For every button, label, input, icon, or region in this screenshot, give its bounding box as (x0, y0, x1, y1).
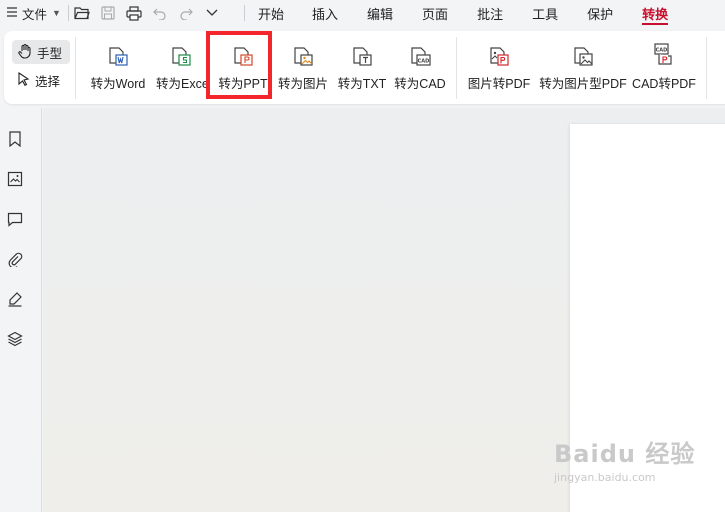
tab-page[interactable]: 页面 (422, 0, 448, 26)
redo-icon[interactable] (173, 2, 199, 24)
convert-to-cad-label: 转为CAD (394, 77, 446, 91)
open-folder-icon[interactable] (69, 2, 95, 24)
convert-to-image-pdf-label: 转为图片型PDF (539, 77, 627, 91)
excel-file-icon (170, 37, 192, 67)
divider (244, 5, 245, 21)
comment-icon[interactable] (4, 208, 26, 230)
ribbon-tabs: 开始 插入 编辑 页面 批注 工具 保护 转换 (258, 0, 669, 26)
cad-file-icon: CAD (409, 37, 431, 67)
tab-start[interactable]: 开始 (258, 0, 284, 26)
file-menu[interactable]: 文件 ▼ (0, 0, 68, 26)
thumbnail-icon[interactable] (4, 168, 26, 190)
baidu-watermark: Baidu 经验 jingyan.baidu.com (554, 434, 714, 496)
convert-to-excel-label: 转为Excel (156, 77, 206, 91)
ribbon-divider (456, 37, 457, 99)
image-to-pdf-label: 图片转PDF (468, 77, 530, 91)
watermark-main: Baidu 经验 (554, 440, 696, 468)
ribbon-divider (706, 37, 707, 99)
ribbon-panel: 手型 选择 转为Word 转为Excel 转为PPT 转为图片 (4, 31, 725, 104)
convert-to-image-pdf-button[interactable]: 转为图片型PDF (538, 37, 628, 95)
menu-icon (6, 6, 18, 21)
txt-file-icon (351, 37, 373, 67)
image-file-icon (292, 37, 314, 67)
cursor-arrow-icon (17, 71, 31, 89)
select-tool-label: 选择 (35, 74, 61, 89)
convert-to-ppt-button[interactable]: 转为PPT (216, 37, 270, 95)
svg-text:CAD: CAD (418, 59, 430, 65)
hand-tool-button[interactable]: 手型 (12, 40, 70, 64)
image-to-pdf-button[interactable]: 图片转PDF (468, 37, 530, 95)
cad-to-pdf-label: CAD转PDF (632, 77, 696, 91)
tab-edit[interactable]: 编辑 (367, 0, 393, 26)
tab-insert[interactable]: 插入 (312, 0, 338, 26)
watermark-sub: jingyan.baidu.com (554, 471, 656, 484)
convert-to-txt-button[interactable]: 转为TXT (335, 37, 389, 95)
attachment-icon[interactable] (4, 248, 26, 270)
convert-to-excel-button[interactable]: 转为Excel (156, 37, 206, 95)
tab-protect[interactable]: 保护 (587, 0, 613, 26)
word-file-icon (107, 37, 129, 67)
hand-tool-label: 手型 (37, 46, 63, 61)
file-menu-label: 文件 (22, 7, 48, 22)
quick-access-toolbar (69, 0, 225, 26)
convert-to-cad-button[interactable]: CAD 转为CAD (393, 37, 447, 95)
svg-text:CAD: CAD (656, 48, 668, 54)
tab-annotate[interactable]: 批注 (477, 0, 503, 26)
print-icon[interactable] (121, 2, 147, 24)
convert-to-image-button[interactable]: 转为图片 (276, 37, 330, 95)
menu-bar: 文件 ▼ 开始 插入 编辑 页面 批注 工具 保护 转换 (0, 0, 725, 26)
image-to-pdf-icon (488, 37, 510, 67)
convert-to-txt-label: 转为TXT (337, 77, 387, 91)
undo-icon[interactable] (147, 2, 173, 24)
tab-convert[interactable]: 转换 (642, 0, 669, 26)
convert-to-word-label: 转为Word (90, 77, 146, 91)
convert-to-image-label: 转为图片 (277, 77, 328, 91)
hand-icon (17, 43, 33, 62)
customize-chevron-icon[interactable] (199, 2, 225, 24)
cad-to-pdf-icon: CAD (653, 37, 675, 67)
layers-icon[interactable] (4, 328, 26, 350)
tab-tools[interactable]: 工具 (532, 0, 558, 26)
convert-to-ppt-label: 转为PPT (218, 77, 268, 91)
left-sidebar (0, 108, 42, 512)
ppt-file-icon (232, 37, 254, 67)
image-pdf-icon (572, 37, 594, 67)
convert-to-word-button[interactable]: 转为Word (88, 37, 148, 95)
bookmark-icon[interactable] (4, 128, 26, 150)
select-tool-button[interactable]: 选择 (12, 68, 70, 92)
cad-to-pdf-button[interactable]: CAD CAD转PDF (632, 37, 696, 95)
ribbon-divider (75, 37, 76, 99)
signature-pen-icon[interactable] (4, 288, 26, 310)
save-icon[interactable] (95, 2, 121, 24)
chevron-down-icon: ▼ (52, 8, 61, 18)
